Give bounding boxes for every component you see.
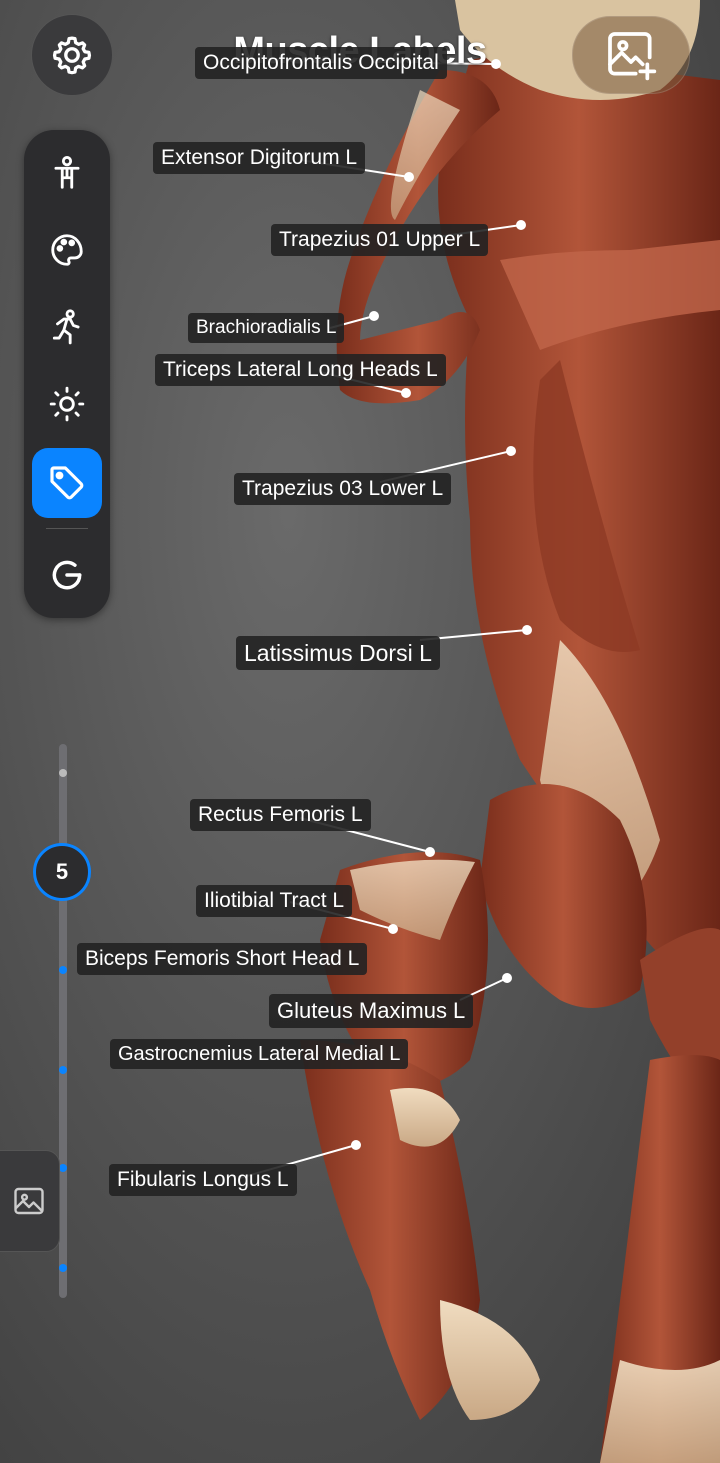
body-icon [54, 156, 80, 189]
toolbar-divider [46, 528, 88, 529]
muscle-label[interactable]: Gluteus Maximus L [269, 994, 474, 1028]
muscle-label[interactable]: Fibularis Longus L [109, 1164, 297, 1196]
brightness-icon [49, 386, 85, 422]
tool-appearance[interactable] [32, 215, 102, 285]
muscle-label[interactable]: Iliotibial Tract L [196, 885, 353, 917]
muscle-label[interactable]: Rectus Femoris L [190, 799, 371, 831]
tool-reset[interactable] [32, 540, 102, 610]
add-photo-icon [608, 32, 657, 81]
muscle-label[interactable]: Biceps Femoris Short Head L [77, 943, 368, 975]
slider-tick [59, 1264, 67, 1272]
muscle-label[interactable]: Latissimus Dorsi L [236, 636, 440, 670]
reset-icon [52, 560, 82, 590]
slider-tick [59, 769, 67, 777]
image-icon [14, 1187, 44, 1215]
tool-labels[interactable] [32, 448, 102, 518]
muscle-label[interactable]: Gastrocnemius Lateral Medial L [110, 1039, 409, 1069]
side-toolbar [24, 130, 110, 618]
muscle-label[interactable]: Trapezius 03 Lower L [234, 473, 452, 505]
muscle-label[interactable]: Trapezius 01 Upper L [271, 224, 489, 256]
muscle-label[interactable]: Occipitofrontalis Occipital [195, 47, 447, 79]
slider-tick [59, 966, 67, 974]
layer-slider-track[interactable] [59, 744, 67, 1298]
tag-icon [50, 466, 84, 500]
gallery-button[interactable] [0, 1150, 60, 1252]
tool-pose[interactable] [32, 292, 102, 362]
gear-icon [52, 36, 92, 75]
muscle-label[interactable]: Extensor Digitorum L [153, 142, 366, 174]
add-photo-button[interactable] [572, 16, 690, 94]
tool-body[interactable] [32, 138, 102, 208]
slider-tick [59, 1164, 67, 1172]
pose-icon [52, 309, 80, 345]
settings-button[interactable] [31, 14, 113, 96]
slider-tick [59, 1066, 67, 1074]
muscle-label[interactable]: Brachioradialis L [188, 313, 345, 343]
palette-icon [51, 234, 83, 266]
tool-lighting[interactable] [32, 369, 102, 439]
muscle-label[interactable]: Triceps Lateral Long Heads L [155, 354, 446, 386]
layer-slider-handle[interactable]: 5 [33, 843, 91, 901]
